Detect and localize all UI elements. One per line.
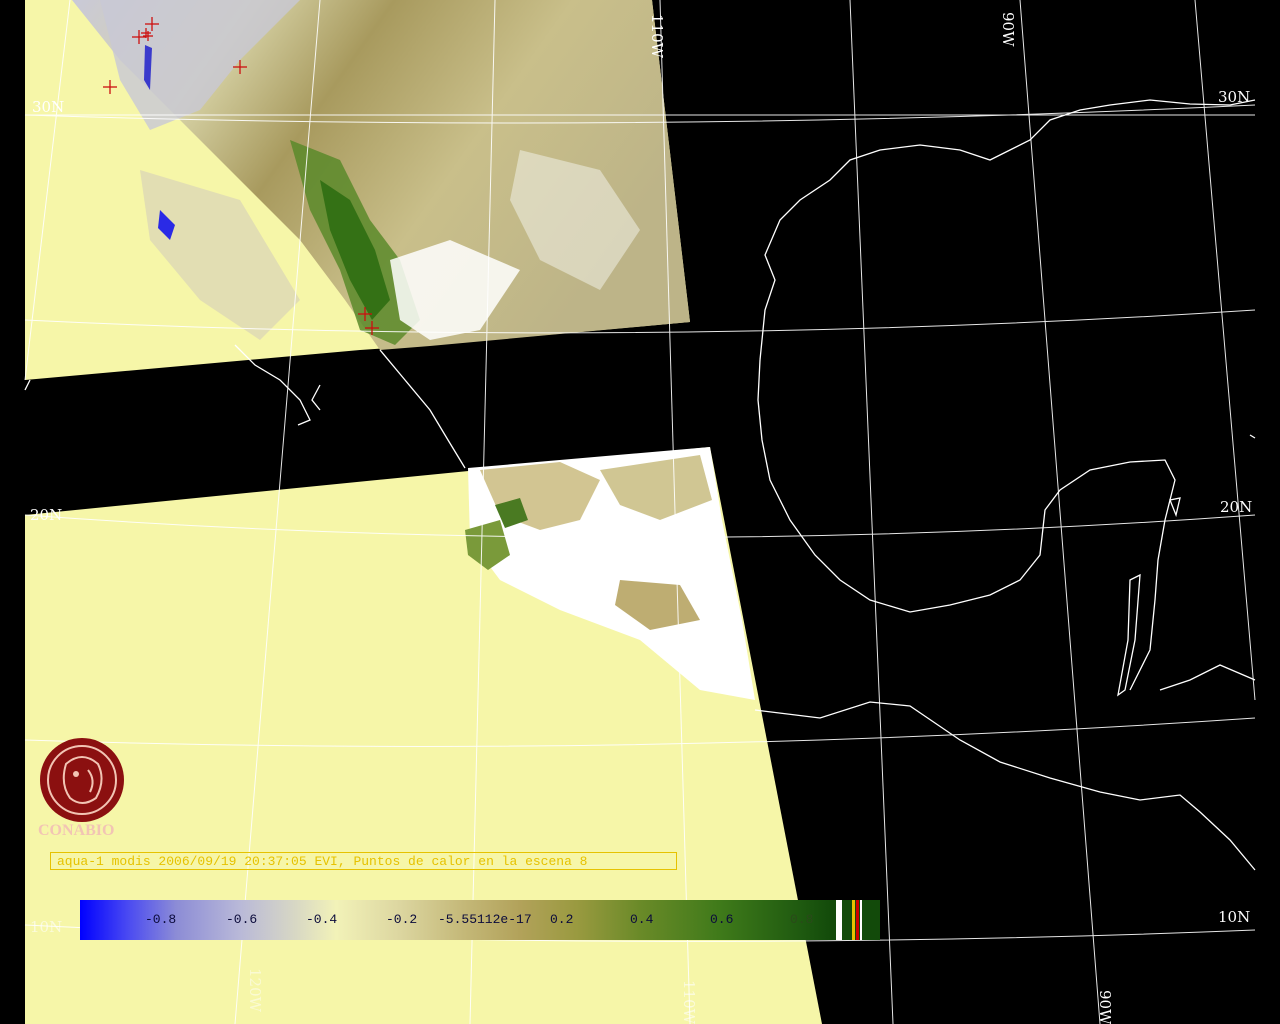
label-20n-right: 20N <box>1220 498 1252 516</box>
label-10n-left: 10N <box>30 918 62 936</box>
label-120w-bottom: 120W <box>246 968 264 1013</box>
colorbar-tick: 0.8 <box>790 912 814 927</box>
scene-caption: aqua-1 modis 2006/09/19 20:37:05 EVI, Pu… <box>50 852 677 870</box>
colorbar-class-white <box>836 900 842 940</box>
label-90w-top: 90W <box>999 12 1017 47</box>
colorbar-tick: -0.6 <box>226 912 258 927</box>
label-20n-left: 20N <box>30 506 62 524</box>
colorbar-class-white-2 <box>860 900 862 940</box>
label-30n-right: 30N <box>1218 88 1250 106</box>
colorbar-class-yellow <box>852 900 855 940</box>
colorbar-tick: 0.4 <box>630 912 654 927</box>
upper-swath <box>25 0 690 380</box>
colorbar-tick: 0.6 <box>710 912 734 927</box>
label-10n-right: 10N <box>1218 908 1250 926</box>
colorbar-tick: -0.4 <box>306 912 338 927</box>
colorbar-tick: -0.8 <box>145 912 177 927</box>
label-30n-left: 30N <box>32 98 64 116</box>
colorbar-tick: -5.55112e-17 <box>438 912 532 927</box>
colorbar-class-red <box>856 900 859 940</box>
colorbar-tick: -0.2 <box>386 912 418 927</box>
label-90w-bottom: 90W <box>1096 990 1114 1024</box>
label-110w-bottom: 110W <box>680 980 698 1024</box>
colorbar-tick: 0.2 <box>550 912 574 927</box>
conabio-logo-text: CONABIO <box>38 822 115 839</box>
label-110w-top: 110W <box>648 14 666 59</box>
